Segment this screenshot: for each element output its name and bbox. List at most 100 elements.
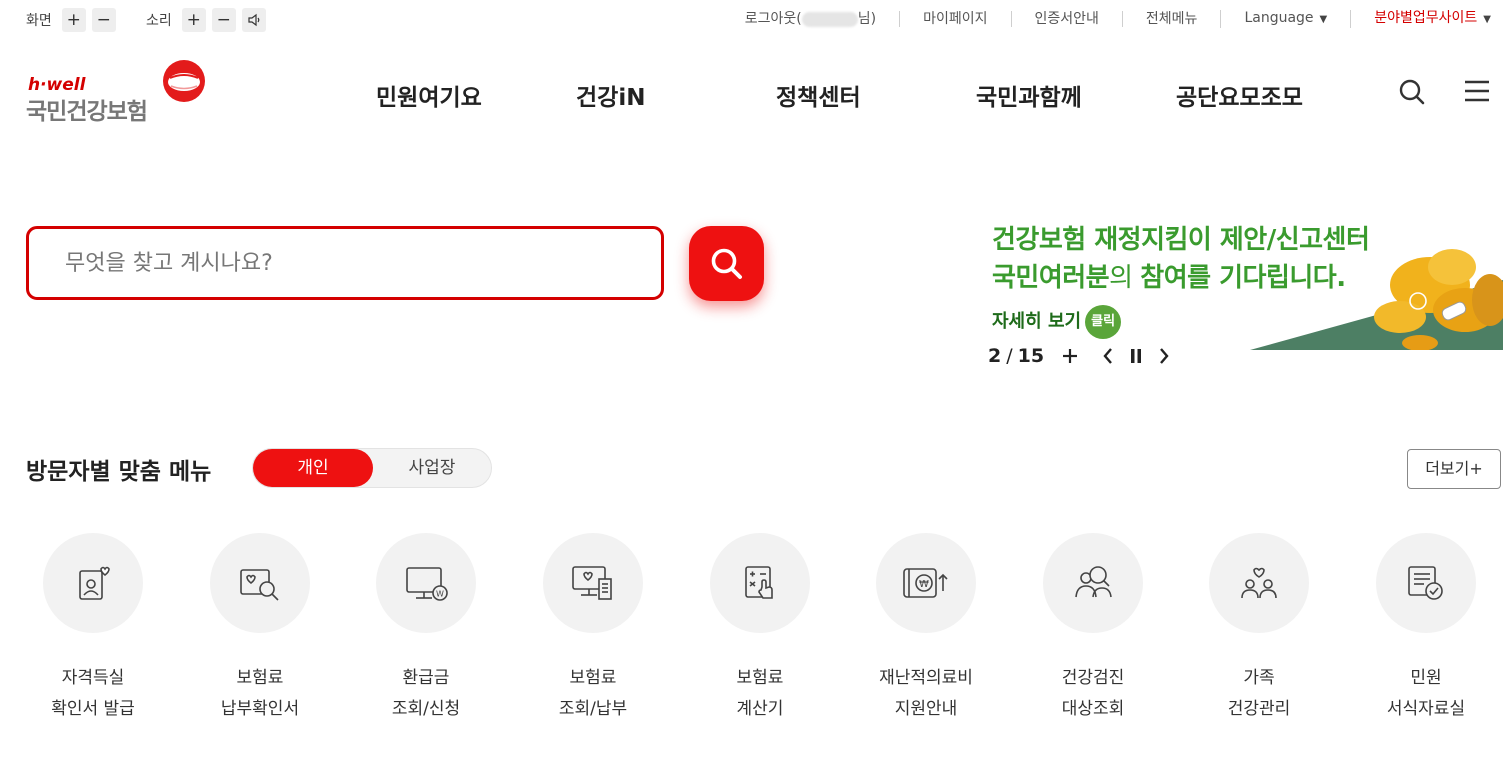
search-input[interactable]	[29, 229, 661, 297]
plus-icon	[1063, 349, 1078, 363]
mypage-link[interactable]: 마이페이지	[899, 11, 1010, 27]
nav-item-health-in[interactable]: 건강iN	[576, 78, 645, 112]
banner-line1-part-a: 건강보험	[992, 225, 1095, 255]
dropdown-arrow-icon: ▼	[1483, 14, 1491, 25]
business-sites-label: 분야별업무사이트	[1374, 10, 1478, 26]
quick-menu-icon-circle	[710, 533, 810, 633]
svg-text:₩: ₩	[919, 579, 929, 590]
person-heart-card-icon	[79, 566, 110, 600]
screen-zoom-label: 화면	[26, 13, 52, 29]
quick-menu-label-1: 재난적의료비	[879, 668, 973, 688]
quick-menu-icon-circle	[210, 533, 310, 633]
banner-page-separator: /	[1006, 345, 1013, 367]
certificate-guide-link[interactable]: 인증서안내	[1010, 11, 1122, 27]
sound-up-button[interactable]: +	[181, 8, 206, 32]
banner-headline-1: 건강보험 재정지킴이 제안/신고센터	[992, 219, 1370, 256]
tab-personal[interactable]: 개인	[253, 449, 373, 487]
quick-menu-item[interactable]: 자격득실확인서 발급	[10, 533, 176, 725]
banner-line1-part-b: 재정지킴이 제안/신고센터	[1094, 225, 1370, 255]
banner-more-label: 자세히 보기	[992, 311, 1082, 332]
language-dropdown[interactable]: Language ▼	[1220, 10, 1350, 28]
logout-prefix: 로그아웃(	[744, 11, 802, 27]
quick-menu-item[interactable]: 민원서식자료실	[1343, 533, 1503, 725]
logout-link[interactable]: 로그아웃(님)	[722, 11, 899, 27]
banner-next-button[interactable]	[1158, 347, 1170, 365]
banner-line2-part-b: 의	[1109, 263, 1141, 293]
nav-item-policy-center[interactable]: 정책센터	[776, 78, 861, 112]
header-search-icon[interactable]	[1398, 78, 1426, 106]
quick-menu-item[interactable]: 보험료조회/납부	[510, 533, 676, 725]
calculator-icon	[745, 566, 773, 599]
banner-prev-button[interactable]	[1102, 347, 1114, 365]
quick-menu-item[interactable]: 건강검진 대상조회	[1010, 533, 1176, 725]
card-search-icon	[240, 569, 279, 601]
zoom-out-button[interactable]: −	[91, 8, 116, 32]
quick-menu-label-2: 확인서 발급	[51, 699, 135, 719]
speaker-button[interactable]	[241, 8, 266, 32]
monitor-receipt-icon	[572, 566, 612, 600]
nav-item-with-citizens[interactable]: 국민과함께	[976, 78, 1082, 112]
sound-label: 소리	[146, 13, 172, 29]
main-navigation: 민원여기요 건강iN 정책센터 국민과함께 공단요모조모	[0, 78, 1503, 111]
quick-menu-label-1: 민원	[1410, 668, 1442, 688]
banner-plus-button[interactable]	[1062, 348, 1078, 364]
chevron-left-icon	[1103, 348, 1113, 364]
banner-more-link[interactable]: 자세히 보기 클릭	[992, 305, 1122, 339]
quick-menu-label-1: 자격득실	[61, 668, 125, 688]
quick-menu-label-2: 조회/납부	[558, 699, 628, 719]
quick-menu-item[interactable]: W 환급금 조회/신청	[343, 533, 509, 725]
quick-menu-icon-circle: W	[376, 533, 476, 633]
dropdown-arrow-icon: ▼	[1319, 14, 1328, 25]
search-button[interactable]	[689, 226, 764, 301]
svg-text:W: W	[436, 590, 444, 599]
banner-headline-2: 국민여러분의 참여를 기다립니다.	[992, 257, 1346, 294]
quick-menu-item[interactable]: ₩ 재난적의료비지원안내	[843, 533, 1009, 725]
promo-banner[interactable]: 건강보험 재정지킴이 제안/신고센터 국민여러분의 참여를 기다립니다. 자세히…	[960, 205, 1503, 350]
sound-controls: 소리 + −	[146, 8, 266, 32]
utility-links: 로그아웃(님) 마이페이지 인증서안내 전체메뉴 Language ▼ 분야별업무…	[722, 10, 1491, 28]
quick-menu-icon-circle: ₩	[876, 533, 976, 633]
all-menu-link[interactable]: 전체메뉴	[1121, 11, 1221, 27]
quick-menu-item[interactable]: 보험료 납부확인서	[177, 533, 343, 725]
nav-item-civil-service[interactable]: 민원여기요	[376, 78, 482, 112]
chevron-right-icon	[1160, 348, 1169, 364]
banner-line2-part-a: 국민여러분	[992, 263, 1110, 293]
pause-icon	[1131, 349, 1142, 363]
monitor-won-icon: W	[406, 567, 448, 601]
quick-menu-icon-circle	[1376, 533, 1476, 633]
nav-item-about-agency[interactable]: 공단요모조모	[1176, 78, 1303, 112]
hamburger-menu-icon[interactable]	[1464, 80, 1490, 102]
quick-menu-label-2: 서식자료실	[1386, 699, 1466, 719]
quick-menu-label-2: 대상조회	[1061, 699, 1125, 719]
quick-menu-icon-circle	[543, 533, 643, 633]
banner-line2-part-c: 참여를 기다립니다.	[1140, 263, 1346, 293]
people-search-icon	[1075, 566, 1112, 598]
quick-menu-label-1: 보험료	[236, 668, 284, 688]
banner-total-pages: 15	[1017, 345, 1045, 367]
main-search-box	[26, 226, 664, 300]
search-icon	[711, 248, 742, 279]
quick-menu-item[interactable]: 보험료 계산기	[677, 533, 843, 725]
business-sites-dropdown[interactable]: 분야별업무사이트 ▼	[1350, 10, 1491, 28]
visitor-menu-more-button[interactable]: 더보기+	[1407, 449, 1501, 489]
visitor-type-toggle: 개인 사업장	[252, 448, 492, 488]
visitor-menu-title: 방문자별 맞춤 메뉴	[26, 459, 212, 485]
wallet-won-icon: ₩	[903, 568, 948, 598]
utility-bar: 화면 + − 소리 + − 로그아웃(님) 마이페이지 인증서안내 전체메뉴 L…	[0, 0, 1503, 38]
sound-down-button[interactable]: −	[211, 8, 236, 32]
quick-menu-icon-circle	[1209, 533, 1309, 633]
banner-click-badge: 클릭	[1085, 305, 1122, 339]
zoom-in-button[interactable]: +	[61, 8, 86, 32]
document-check-icon	[1408, 566, 1443, 600]
tab-business[interactable]: 사업장	[373, 449, 491, 487]
quick-menu-label-1: 보험료	[569, 668, 617, 688]
quick-menu-label-2: 건강관리	[1227, 699, 1291, 719]
quick-menu-label-1: 보험료	[736, 668, 784, 688]
family-heart-icon	[1241, 567, 1277, 599]
quick-menu-label-1: 환급금	[402, 668, 450, 688]
banner-pause-button[interactable]	[1130, 348, 1142, 364]
user-name-masked	[801, 11, 858, 27]
quick-menu-item[interactable]: 가족 건강관리	[1176, 533, 1342, 725]
quick-menu-label-2: 지원안내	[894, 699, 958, 719]
banner-pager: 2 / 15	[988, 345, 1170, 367]
